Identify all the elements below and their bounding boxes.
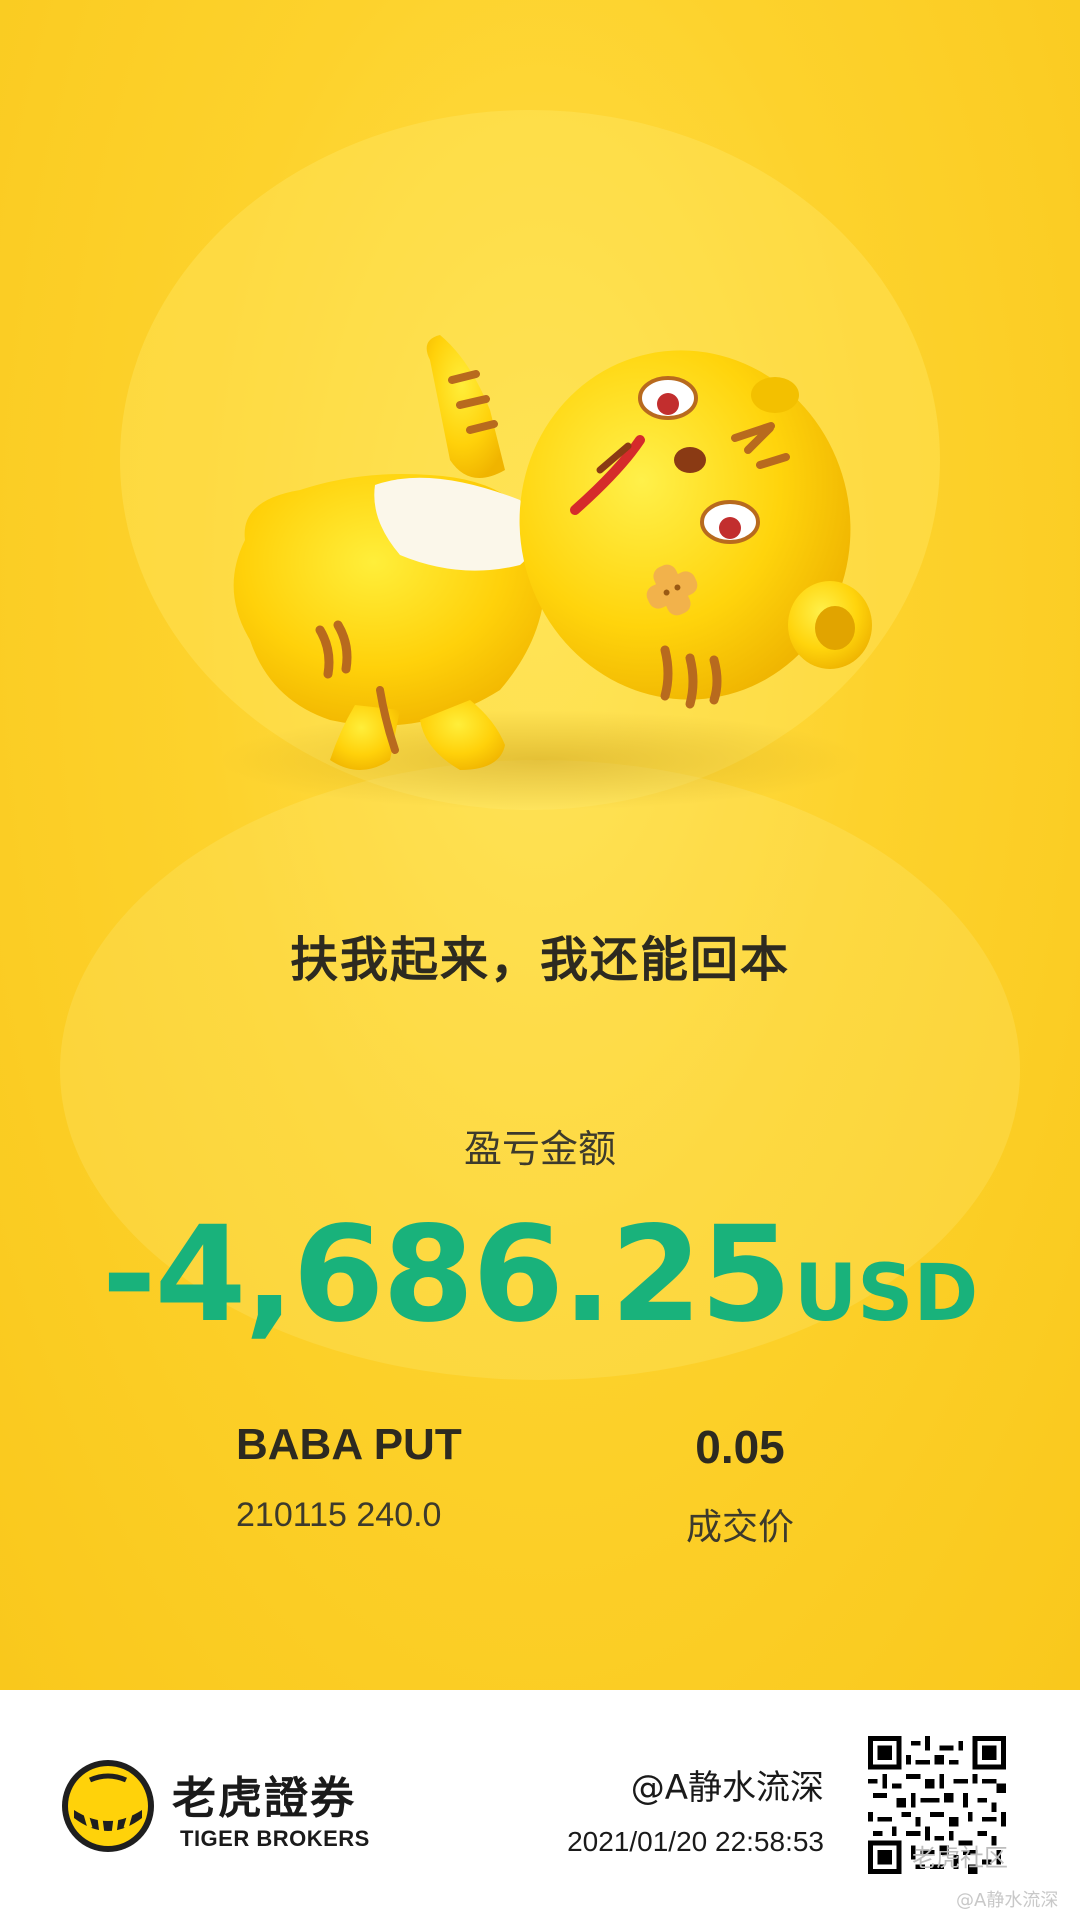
footer: 老虎證券 TIGER BROKERS @A静水流深 2021/01/20 22:… (0, 1690, 1080, 1920)
pnl-amount: -4,686.25USD (0, 1198, 1080, 1352)
watermark-text: 老虎社区 (912, 1844, 1008, 1872)
brand-name-cn: 老虎證券 (172, 1773, 356, 1824)
contract-detail: 210115 240.0 (236, 1496, 442, 1534)
tiger-brokers-logo-icon (62, 1760, 154, 1852)
trade-price: 0.05 成交价 (640, 1420, 840, 1550)
tiger-mascot-illustration (220, 335, 872, 810)
headline-text: 扶我起来，我还能回本 (289, 932, 790, 988)
brand-name-en: TIGER BROKERS (180, 1826, 370, 1851)
watermark-handle: @A静水流深 (956, 1890, 1059, 1911)
pnl-number: -4,686.25 (101, 1198, 792, 1352)
timestamp: 2021/01/20 22:58:53 (567, 1826, 824, 1857)
pnl-label: 盈亏金额 (463, 1127, 616, 1171)
pnl-currency: USD (793, 1249, 979, 1339)
contract-info: BABA PUT 210115 240.0 (236, 1420, 536, 1535)
contract-name: BABA PUT (236, 1420, 462, 1469)
trade-price-label: 成交价 (685, 1507, 794, 1548)
trade-price-value: 0.05 (695, 1421, 785, 1473)
user-handle: @A静水流深 (630, 1768, 824, 1808)
share-card: 扶我起来，我还能回本 盈亏金额 -4,686.25USD BABA PUT 21… (0, 0, 1080, 1690)
